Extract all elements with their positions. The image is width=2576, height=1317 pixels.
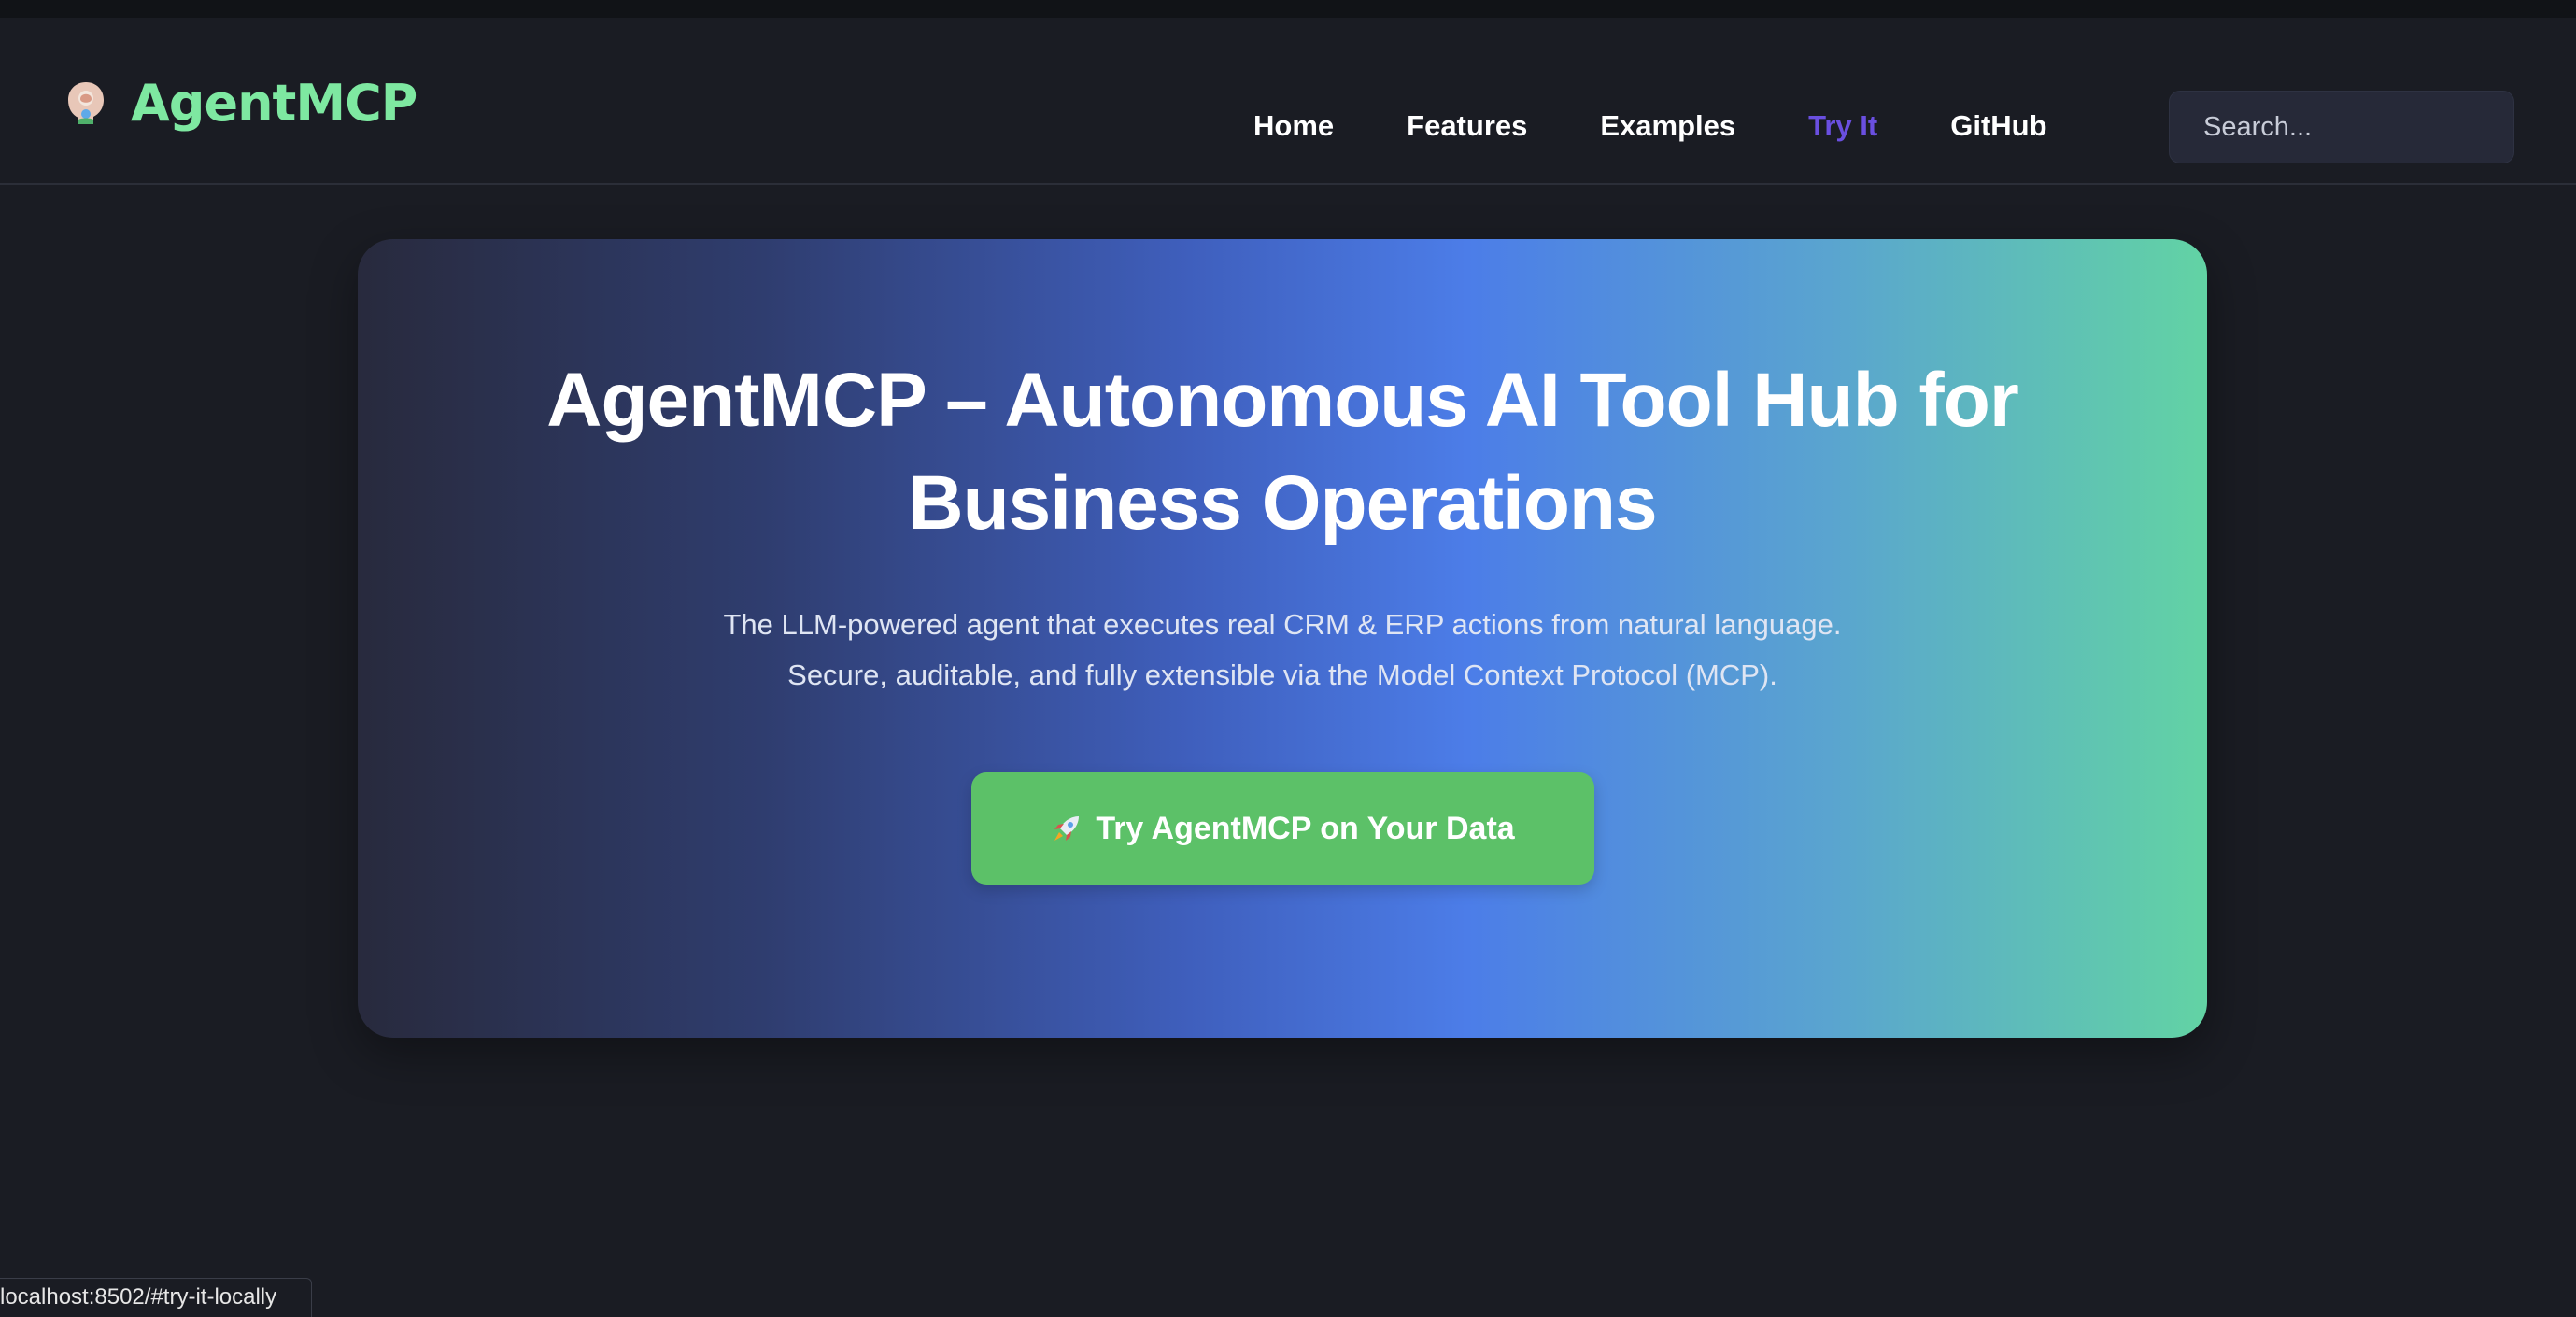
hero-subtitle: The LLM-powered agent that executes real… (442, 600, 2123, 701)
brand-name: AgentMCP (131, 74, 418, 133)
page: AgentMCP Home Features Examples Try It G… (0, 0, 2576, 1317)
rocket-icon (1054, 816, 1080, 841)
try-agentmcp-button-label: Try AgentMCP on Your Data (1096, 810, 1515, 846)
main-nav: Home Features Examples Try It GitHub (1253, 100, 2047, 152)
status-bar-url: localhost:8502/#try-it-locally (0, 1284, 277, 1310)
hero-banner: AgentMCP – Autonomous AI Tool Hub for Bu… (358, 239, 2207, 1038)
hero-subtitle-line-2: Secure, auditable, and fully extensible … (787, 658, 1777, 691)
browser-top-strip (0, 0, 2576, 18)
nav-item-home[interactable]: Home (1253, 100, 1334, 152)
nav-item-examples[interactable]: Examples (1600, 100, 1735, 152)
nav-item-github[interactable]: GitHub (1950, 100, 2046, 152)
browser-status-bar: localhost:8502/#try-it-locally (0, 1278, 312, 1317)
hero-subtitle-line-1: The LLM-powered agent that executes real… (723, 608, 1842, 641)
hero-title: AgentMCP – Autonomous AI Tool Hub for Bu… (546, 358, 2019, 545)
search-input[interactable] (2169, 91, 2514, 163)
nav-item-try-it[interactable]: Try It (1808, 100, 1877, 152)
nav-item-features[interactable]: Features (1407, 100, 1527, 152)
brain-head-icon (68, 82, 104, 124)
navbar: AgentMCP Home Features Examples Try It G… (0, 18, 2576, 185)
try-agentmcp-button[interactable]: Try AgentMCP on Your Data (971, 772, 1594, 885)
brand-logo-link[interactable]: AgentMCP (65, 74, 418, 133)
